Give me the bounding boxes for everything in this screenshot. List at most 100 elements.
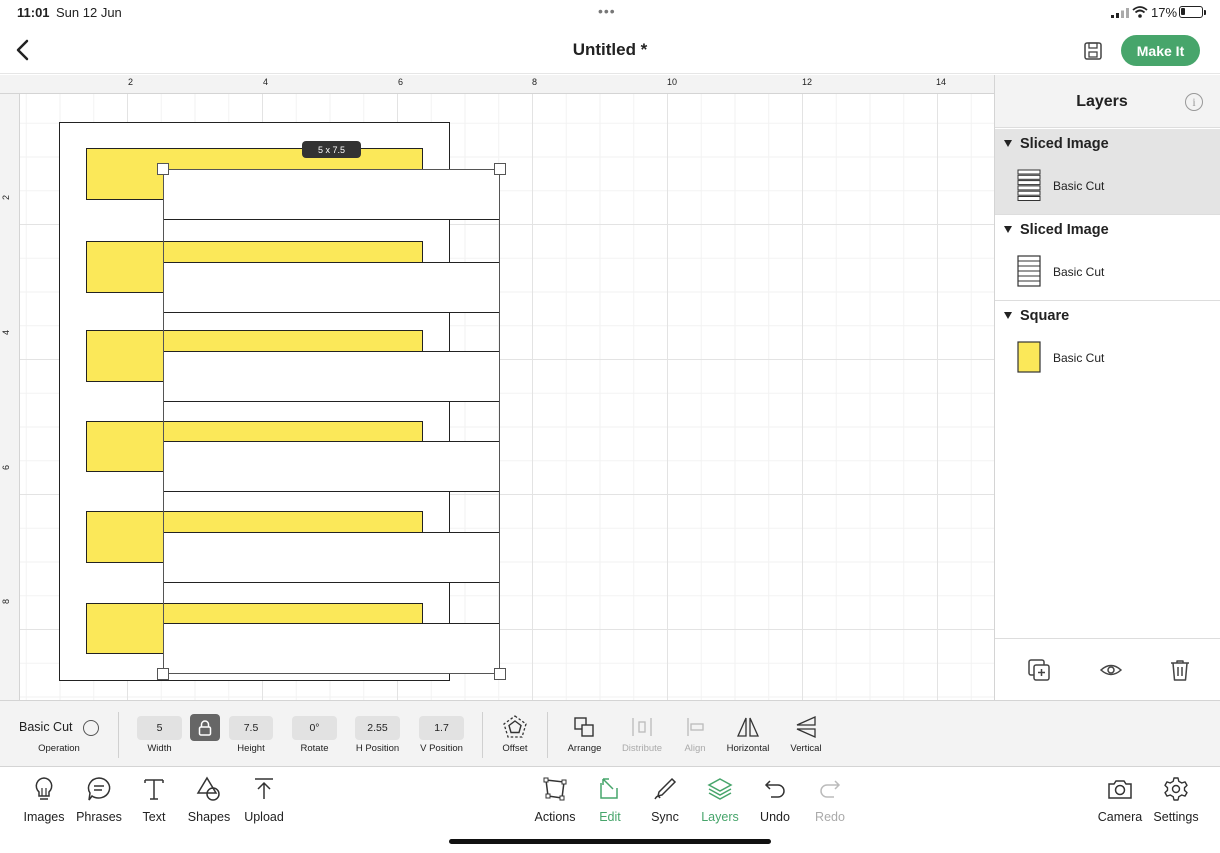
layers-button[interactable]: Layers (690, 776, 750, 832)
upload-label: Upload (244, 810, 284, 824)
ruler-top-label: 14 (936, 77, 947, 87)
white-slice[interactable] (163, 441, 500, 492)
multitasking-dots-icon[interactable]: ••• (598, 3, 616, 19)
undo-button[interactable]: Undo (745, 776, 805, 832)
ruler-left-label: 2 (1, 194, 11, 200)
ruler-top-label: 2 (128, 77, 134, 87)
duplicate-icon[interactable] (1026, 657, 1052, 683)
actions-vector-icon (542, 776, 568, 802)
redo-icon (817, 776, 843, 802)
flip-horizontal-icon[interactable] (735, 714, 761, 740)
height-field[interactable]: 7.5 (229, 716, 273, 740)
battery-tip (1204, 10, 1206, 15)
layer-group-square[interactable]: Square Basic Cut (995, 301, 1220, 387)
flip-vertical-icon[interactable] (793, 714, 819, 740)
settings-label: Settings (1153, 810, 1199, 824)
images-button[interactable]: Images (14, 776, 74, 832)
ruler-top-label: 6 (398, 77, 404, 87)
layer-item[interactable]: Basic Cut (995, 161, 1220, 211)
operation-caption: Operation (38, 743, 80, 754)
visibility-eye-icon[interactable] (1098, 657, 1124, 683)
project-title: Untitled * (572, 40, 648, 59)
phrases-label: Phrases (76, 810, 122, 824)
white-slice[interactable] (163, 169, 500, 220)
horizontal-caption: Horizontal (726, 743, 770, 754)
layer-group-header[interactable]: Sliced Image (995, 129, 1220, 159)
width-field[interactable]: 5 (137, 716, 182, 740)
text-button[interactable]: Text (124, 776, 184, 832)
offset-icon[interactable] (502, 714, 528, 740)
operation-value[interactable]: Basic Cut (19, 720, 73, 734)
vertical-caption: Vertical (790, 743, 822, 754)
make-it-button[interactable]: Make It (1121, 35, 1200, 66)
redo-button[interactable]: Redo (800, 776, 860, 832)
resize-handle[interactable] (157, 668, 169, 680)
layer-group-header[interactable]: Sliced Image (995, 215, 1220, 245)
layers-title: Layers (1076, 93, 1128, 110)
home-indicator[interactable] (449, 839, 771, 844)
distribute-icon[interactable] (629, 714, 655, 740)
layer-item[interactable]: Basic Cut (995, 247, 1220, 297)
battery-percent: 17% (1151, 5, 1178, 20)
arrange-icon[interactable] (571, 714, 597, 740)
collapse-triangle-icon[interactable] (1004, 140, 1012, 147)
text-label: Text (142, 810, 166, 824)
height-caption: Height (237, 743, 265, 754)
resize-handle[interactable] (157, 163, 169, 175)
white-slice[interactable] (163, 262, 500, 313)
layer-item[interactable]: Basic Cut (995, 333, 1220, 383)
status-bar: 11:01 Sun 12 Jun ••• 17% (0, 0, 1220, 24)
ruler-top-label: 10 (667, 77, 678, 87)
ruler-top-label: 4 (263, 77, 269, 87)
align-icon[interactable] (682, 714, 708, 740)
layer-item-label: Basic Cut (1053, 179, 1105, 193)
resize-handle[interactable] (494, 668, 506, 680)
layer-group-header[interactable]: Square (995, 301, 1220, 331)
layer-group-name: Sliced Image (1020, 136, 1109, 152)
collapse-triangle-icon[interactable] (1004, 312, 1012, 319)
h-position-field[interactable]: 2.55 (355, 716, 400, 740)
battery-icon (1179, 6, 1203, 18)
layer-item-label: Basic Cut (1053, 351, 1105, 365)
camera-button[interactable]: Camera (1090, 776, 1150, 832)
info-icon[interactable]: i (1185, 93, 1203, 111)
design-space-app: 11:01 Sun 12 Jun ••• 17% Untitled * Make… (0, 0, 1220, 853)
trash-icon[interactable] (1167, 657, 1193, 683)
speech-bubble-icon (86, 776, 112, 802)
status-date: Sun 12 Jun (56, 5, 122, 20)
width-caption: Width (147, 743, 172, 754)
operation-color-swatch[interactable] (83, 720, 99, 736)
ruler-top: 2 4 6 8 10 12 14 (0, 75, 994, 94)
gear-icon (1163, 776, 1189, 802)
edit-button[interactable]: Edit (580, 776, 640, 832)
layers-header: Layers i (995, 75, 1220, 128)
sync-button[interactable]: Sync (635, 776, 695, 832)
save-icon[interactable] (1083, 41, 1103, 61)
layers-footer (995, 638, 1220, 700)
lightbulb-icon (31, 776, 57, 802)
yellow-square-thumbnail-icon (1017, 341, 1041, 373)
v-position-field[interactable]: 1.7 (419, 716, 464, 740)
collapse-triangle-icon[interactable] (1004, 226, 1012, 233)
layers-panel: Layers i Sliced Image Basic Cut Sliced I… (994, 75, 1220, 700)
images-label: Images (23, 810, 65, 824)
aspect-lock-button[interactable] (190, 714, 220, 741)
status-time: 11:01 (17, 5, 50, 20)
shapes-button[interactable]: Shapes (179, 776, 239, 832)
phrases-button[interactable]: Phrases (69, 776, 129, 832)
edit-label: Edit (599, 810, 621, 824)
resize-handle[interactable] (494, 163, 506, 175)
upload-button[interactable]: Upload (234, 776, 294, 832)
ruler-left-label: 6 (1, 464, 11, 470)
white-slice[interactable] (163, 623, 500, 674)
white-slice[interactable] (163, 532, 500, 583)
v-position-caption: V Position (420, 743, 463, 754)
rotate-field[interactable]: 0° (292, 716, 337, 740)
white-slice[interactable] (163, 351, 500, 402)
top-header: Untitled * Make It (0, 24, 1220, 74)
settings-button[interactable]: Settings (1146, 776, 1206, 832)
actions-button[interactable]: Actions (525, 776, 585, 832)
layer-group-sliced-image-2[interactable]: Sliced Image Basic Cut (995, 215, 1220, 301)
ruler-top-label: 12 (802, 77, 813, 87)
layer-group-sliced-image-1[interactable]: Sliced Image Basic Cut (995, 129, 1220, 215)
